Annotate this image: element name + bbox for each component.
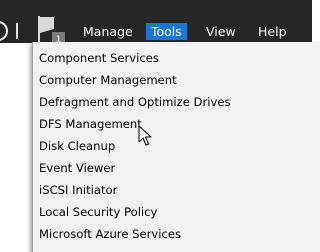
- menu-item-computer-management[interactable]: Computer Management: [39, 71, 177, 89]
- notifications-flag-icon[interactable]: 1: [38, 16, 70, 44]
- menu-view[interactable]: View: [201, 23, 241, 40]
- menu-item-component-services[interactable]: Component Services: [39, 49, 159, 67]
- menu-help[interactable]: Help: [253, 23, 292, 40]
- menu-tools[interactable]: Tools: [146, 23, 187, 40]
- menu-item-microsoft-azure-services[interactable]: Microsoft Azure Services: [39, 225, 181, 243]
- menu-item-iscsi-initiator[interactable]: iSCSI Initiator: [39, 181, 117, 199]
- menu-item-event-viewer[interactable]: Event Viewer: [39, 159, 115, 177]
- menu-manage[interactable]: Manage: [78, 23, 138, 40]
- toolbar-separator: [16, 23, 18, 39]
- menu-item-local-security-policy[interactable]: Local Security Policy: [39, 203, 157, 221]
- menu-item-disk-cleanup[interactable]: Disk Cleanup: [39, 137, 115, 155]
- menu-item-defragment-drives[interactable]: Defragment and Optimize Drives: [39, 93, 231, 111]
- menu-bar: 1 Manage Tools View Help: [0, 0, 312, 44]
- mouse-pointer-icon: [138, 125, 152, 146]
- dropdown-border: [32, 42, 33, 252]
- back-icon[interactable]: [0, 21, 8, 41]
- menu-item-dfs-management[interactable]: DFS Management: [39, 115, 142, 133]
- tools-dropdown-menu: Component Services Computer Management D…: [32, 42, 320, 252]
